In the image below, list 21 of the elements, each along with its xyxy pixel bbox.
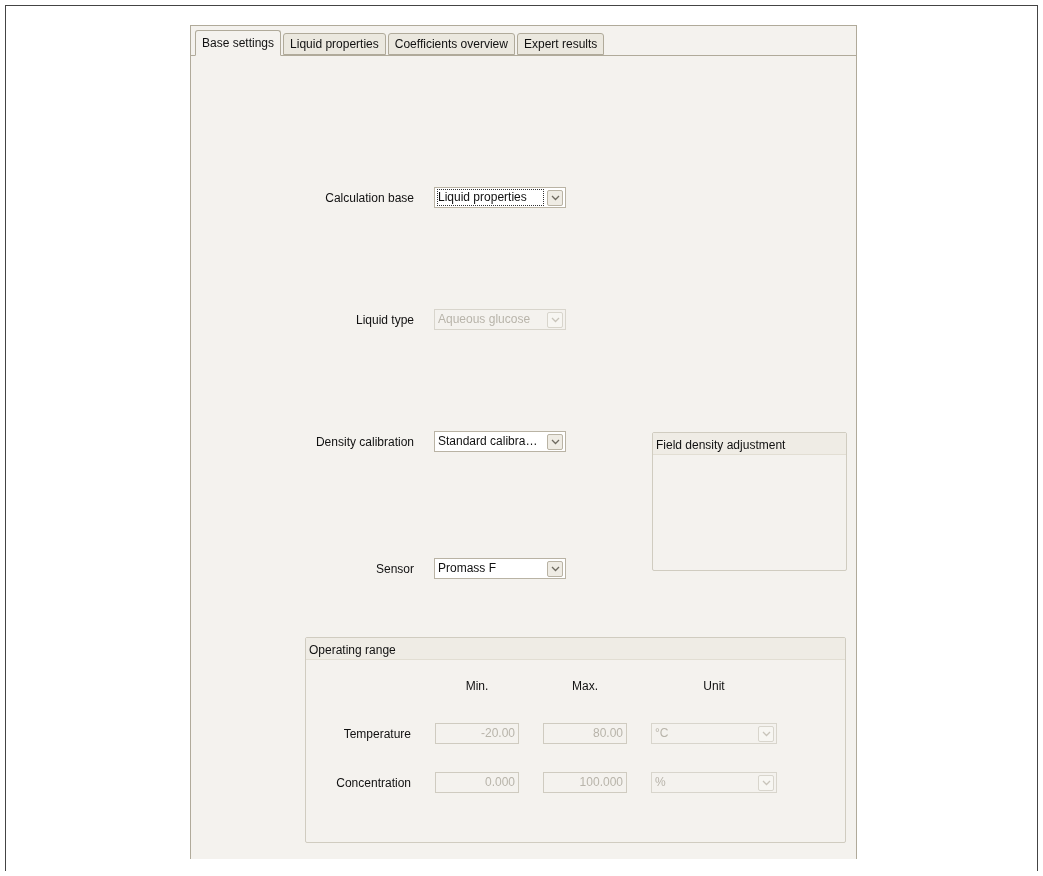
dropdown[interactable]: Standard calibra…	[434, 431, 566, 452]
tab[interactable]: Coefficients overview	[387, 33, 515, 55]
tab[interactable]: Expert results	[516, 33, 605, 55]
row-label: Concentration	[335, 774, 411, 792]
dropdown-caret-icon[interactable]	[547, 189, 563, 206]
dropdown-caret-icon[interactable]	[547, 560, 563, 577]
dropdown-caret-icon[interactable]	[547, 433, 563, 450]
dropdown[interactable]: Liquid properties	[434, 187, 566, 208]
field-label: Calculation base	[324, 189, 414, 207]
column-header: Min.	[464, 678, 490, 695]
field-label: Sensor	[374, 560, 414, 578]
field-label: Liquid type	[354, 311, 414, 329]
field-label: Density calibration	[314, 433, 414, 451]
column-header: Max.	[571, 678, 599, 695]
row-label: Temperature	[342, 725, 411, 743]
tab[interactable]: Base settings	[195, 30, 282, 56]
tab[interactable]: Liquid properties	[283, 33, 386, 55]
group-title: Operating range	[306, 638, 845, 660]
dropdown[interactable]: Promass F	[434, 558, 566, 579]
column-header: Unit	[702, 678, 726, 695]
group-title: Field density adjustment	[653, 433, 846, 455]
